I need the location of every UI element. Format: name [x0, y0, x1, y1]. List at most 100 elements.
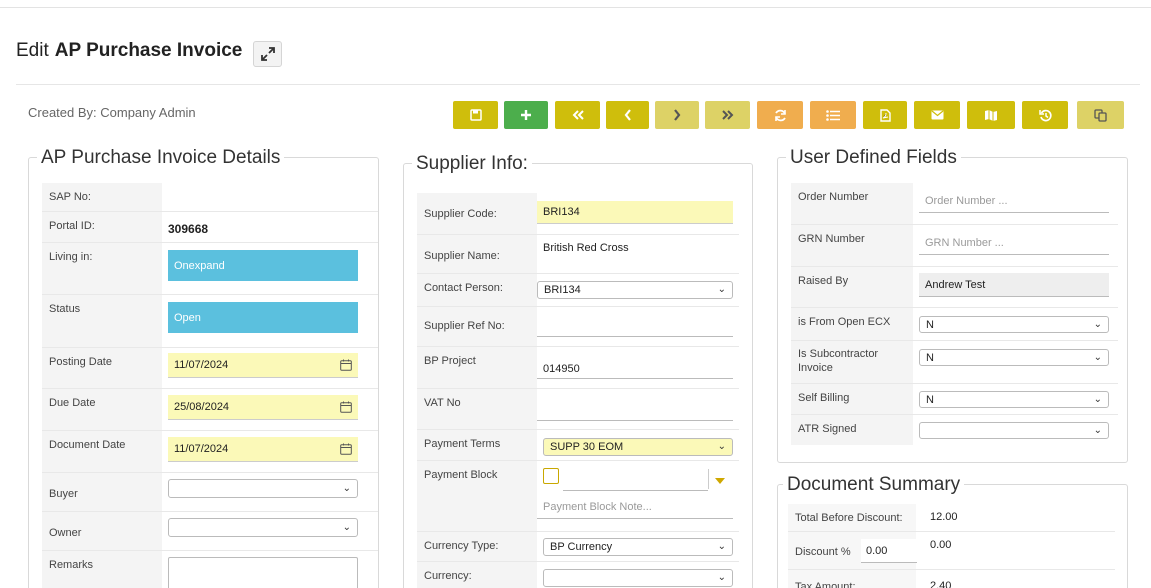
payment-block-note-placeholder: Payment Block Note...: [543, 500, 652, 513]
remarks-label: Remarks: [42, 551, 162, 588]
chevron-down-icon: ⌄: [1093, 318, 1102, 330]
sap-no-label: SAP No:: [42, 183, 162, 211]
living-in-row: Living in: Onexpand: [42, 243, 378, 295]
tax-amount-row: Tax Amount: 2.40: [788, 570, 1115, 588]
top-divider: [0, 7, 1151, 8]
vat-no-label: VAT No: [417, 389, 537, 429]
subcontractor-select[interactable]: N ⌄: [919, 349, 1109, 366]
status-label: Status: [42, 295, 162, 347]
due-date-row: Due Date 25/08/2024: [42, 389, 378, 431]
save-icon: [469, 109, 482, 121]
currency-select[interactable]: ⌄: [543, 569, 733, 587]
grn-number-input[interactable]: GRN Number ...: [919, 231, 1109, 255]
contact-person-select[interactable]: BRI134 ⌄: [537, 281, 733, 299]
due-date-input[interactable]: 25/08/2024: [168, 395, 358, 420]
expand-button[interactable]: [253, 41, 282, 67]
raised-by-label: Raised By: [791, 267, 913, 307]
calendar-icon[interactable]: [340, 401, 352, 413]
list-icon: [826, 109, 840, 121]
discount-value: 0.00: [930, 539, 952, 551]
living-in-field[interactable]: Onexpand: [168, 250, 358, 281]
atr-signed-row: ATR Signed ⌄: [791, 415, 1118, 445]
map-button[interactable]: [967, 101, 1015, 129]
payment-block-select[interactable]: [563, 467, 708, 491]
posting-date-input[interactable]: 11/07/2024: [168, 353, 358, 378]
refresh-icon: [774, 109, 786, 121]
chevron-down-icon: ⌄: [717, 571, 726, 583]
payment-terms-label: Payment Terms: [417, 430, 537, 460]
owner-select[interactable]: ⌄: [168, 518, 358, 537]
history-button[interactable]: [1022, 101, 1068, 129]
raised-by-input[interactable]: Andrew Test: [919, 273, 1109, 297]
udf-panel: User Defined Fields Order Number Order N…: [777, 147, 1128, 463]
self-billing-row: Self Billing N ⌄: [791, 384, 1118, 415]
add-button[interactable]: [504, 101, 548, 129]
total-before-discount-row: Total Before Discount: 12.00: [788, 504, 1115, 532]
grn-number-label: GRN Number: [791, 225, 913, 266]
last-record-button[interactable]: [705, 101, 750, 129]
open-ecx-row: is From Open ECX N ⌄: [791, 308, 1118, 341]
save-button[interactable]: [453, 101, 498, 129]
vat-no-row: VAT No: [417, 389, 739, 430]
chevron-right-icon: [674, 109, 681, 121]
calendar-icon[interactable]: [340, 359, 352, 371]
chevron-down-icon: ⌄: [342, 521, 351, 533]
order-number-label: Order Number: [791, 183, 913, 224]
atr-signed-label: ATR Signed: [791, 415, 913, 445]
self-billing-select[interactable]: N ⌄: [919, 391, 1109, 408]
select-divider: [708, 469, 709, 489]
refresh-button[interactable]: [757, 101, 803, 129]
pdf-icon: [879, 108, 891, 122]
document-date-input[interactable]: 11/07/2024: [168, 437, 358, 462]
sap-no-row: SAP No:: [42, 183, 378, 212]
currency-type-label: Currency Type:: [417, 532, 537, 561]
grn-number-row: GRN Number GRN Number ...: [791, 225, 1118, 267]
atr-signed-select[interactable]: ⌄: [919, 422, 1109, 439]
supplier-ref-row: Supplier Ref No:: [417, 307, 739, 347]
created-by-label: Created By: Company Admin: [28, 105, 196, 120]
supplier-ref-input[interactable]: [537, 315, 733, 337]
bp-project-input[interactable]: 014950: [537, 355, 733, 379]
posting-date-label: Posting Date: [42, 348, 162, 388]
pdf-button[interactable]: [863, 101, 907, 129]
history-icon: [1038, 109, 1052, 121]
due-date-value: 25/08/2024: [174, 401, 230, 413]
discount-input[interactable]: 0.00: [861, 539, 917, 563]
living-in-label: Living in:: [42, 243, 162, 294]
payment-block-checkbox[interactable]: [543, 468, 559, 484]
status-field[interactable]: Open: [168, 302, 358, 333]
document-date-label: Document Date: [42, 431, 162, 472]
owner-label: Owner: [42, 512, 162, 550]
supplier-ref-label: Supplier Ref No:: [417, 307, 537, 346]
remarks-textarea[interactable]: [168, 557, 358, 588]
chevron-down-icon: ⌄: [717, 440, 726, 452]
summary-panel: Document Summary Total Before Discount: …: [777, 474, 1128, 588]
supplier-code-input[interactable]: BRI134: [537, 201, 733, 224]
status-row: Status Open: [42, 295, 378, 348]
posting-date-value: 11/07/2024: [174, 359, 229, 371]
bp-project-label: BP Project: [417, 347, 537, 388]
next-record-button[interactable]: [655, 101, 699, 129]
previous-record-button[interactable]: [606, 101, 649, 129]
buyer-select[interactable]: ⌄: [168, 479, 358, 498]
payment-terms-select[interactable]: SUPP 30 EOM ⌄: [543, 438, 733, 456]
calendar-icon[interactable]: [340, 443, 352, 455]
due-date-label: Due Date: [42, 389, 162, 430]
open-ecx-select[interactable]: N ⌄: [919, 316, 1109, 333]
chevron-down-icon: ⌄: [1093, 393, 1102, 405]
chevron-down-icon: ⌄: [717, 283, 726, 295]
payment-block-note-input[interactable]: Payment Block Note...: [537, 495, 733, 519]
chevron-down-icon: ⌄: [1093, 351, 1102, 363]
payment-terms-row: Payment Terms SUPP 30 EOM ⌄: [417, 430, 739, 461]
document-date-row: Document Date 11/07/2024: [42, 431, 378, 473]
currency-row: Currency: ⌄: [417, 562, 739, 588]
vat-no-input[interactable]: [537, 397, 733, 421]
currency-type-select[interactable]: BP Currency ⌄: [543, 538, 733, 556]
copy-button[interactable]: [1077, 101, 1124, 129]
first-record-button[interactable]: [555, 101, 600, 129]
caret-down-icon[interactable]: [715, 478, 725, 484]
email-button[interactable]: [914, 101, 960, 129]
expand-icon: [260, 47, 275, 61]
order-number-input[interactable]: Order Number ...: [919, 189, 1109, 213]
list-button[interactable]: [810, 101, 856, 129]
